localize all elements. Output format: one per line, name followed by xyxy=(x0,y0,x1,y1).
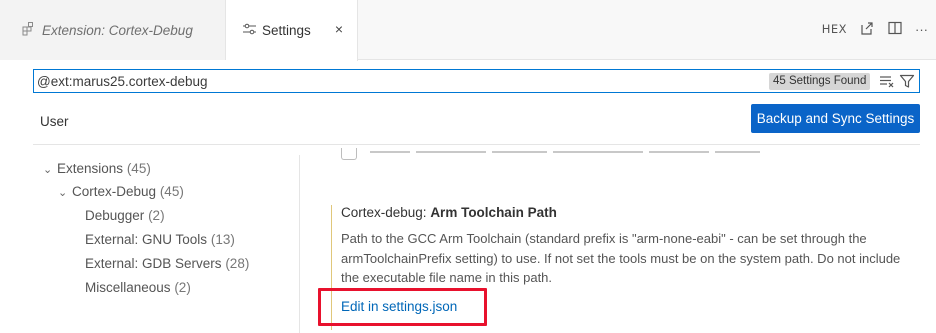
clear-filter-icon[interactable] xyxy=(879,73,895,89)
toc-item-external-gdb-servers[interactable]: External: GDB Servers (28) xyxy=(85,256,249,271)
more-actions-icon[interactable]: ··· xyxy=(915,22,928,37)
tab-settings[interactable]: Settings × xyxy=(226,0,358,61)
setting-name: Arm Toolchain Path xyxy=(430,205,557,220)
close-icon[interactable]: × xyxy=(335,21,343,37)
previous-setting-checkbox[interactable] xyxy=(341,148,357,160)
toc-label: Debugger xyxy=(85,208,145,223)
settings-search-box: 45 Settings Found xyxy=(33,69,920,93)
annotation-highlight-box xyxy=(318,288,487,326)
tab-user-scope[interactable]: User xyxy=(40,114,69,129)
hex-editor-button[interactable]: HEX xyxy=(822,22,847,36)
chevron-down-icon: ⌄ xyxy=(58,187,68,199)
toc-item-debugger[interactable]: Debugger (2) xyxy=(85,208,165,223)
previous-setting-text-cutoff xyxy=(370,151,770,154)
result-count-badge: 45 Settings Found xyxy=(769,73,871,90)
toc-count: (45) xyxy=(126,161,151,176)
toc-item-miscellaneous[interactable]: Miscellaneous (2) xyxy=(85,280,191,295)
scope-divider xyxy=(33,144,920,145)
toc-label: Extensions xyxy=(57,161,124,176)
tab-label: Extension: Cortex-Debug xyxy=(42,22,193,38)
backup-and-sync-button[interactable]: Backup and Sync Settings xyxy=(751,104,920,133)
toc-label: Miscellaneous xyxy=(85,280,171,295)
toc-count: (45) xyxy=(159,184,184,199)
chevron-down-icon: ⌄ xyxy=(43,164,53,176)
toc-count: (13) xyxy=(210,232,235,247)
toc-label: External: GNU Tools xyxy=(85,232,208,247)
toc-item-external-gnu-tools[interactable]: External: GNU Tools (13) xyxy=(85,232,235,247)
toc-count: (28) xyxy=(225,256,250,271)
tab-label: Settings xyxy=(262,23,311,38)
open-settings-json-icon[interactable] xyxy=(859,20,875,39)
search-input[interactable] xyxy=(34,70,754,92)
extensions-icon xyxy=(22,21,36,39)
toc-label: External: GDB Servers xyxy=(85,256,222,271)
toc-label: Cortex-Debug xyxy=(72,184,157,199)
editor-tab-bar: Extension: Cortex-Debug Settings × HEX ·… xyxy=(0,0,936,61)
setting-category: Cortex-debug: xyxy=(341,205,431,220)
toc-count: (2) xyxy=(148,208,165,223)
toc-item-extensions[interactable]: ⌄ Extensions (45) xyxy=(43,161,151,176)
setting-title: Cortex-debug: Arm Toolchain Path xyxy=(341,205,557,220)
toc-item-cortex-debug[interactable]: ⌄ Cortex-Debug (45) xyxy=(58,184,184,199)
split-editor-icon[interactable] xyxy=(887,20,903,39)
settings-sliders-icon xyxy=(243,23,256,38)
editor-actions: HEX ··· xyxy=(822,18,928,40)
filter-icon[interactable] xyxy=(899,73,915,89)
toc-divider xyxy=(299,155,300,333)
toc-count: (2) xyxy=(174,280,191,295)
setting-description: Path to the GCC Arm Toolchain (standard … xyxy=(341,231,901,285)
tab-extension-cortex-debug[interactable]: Extension: Cortex-Debug xyxy=(0,0,226,60)
